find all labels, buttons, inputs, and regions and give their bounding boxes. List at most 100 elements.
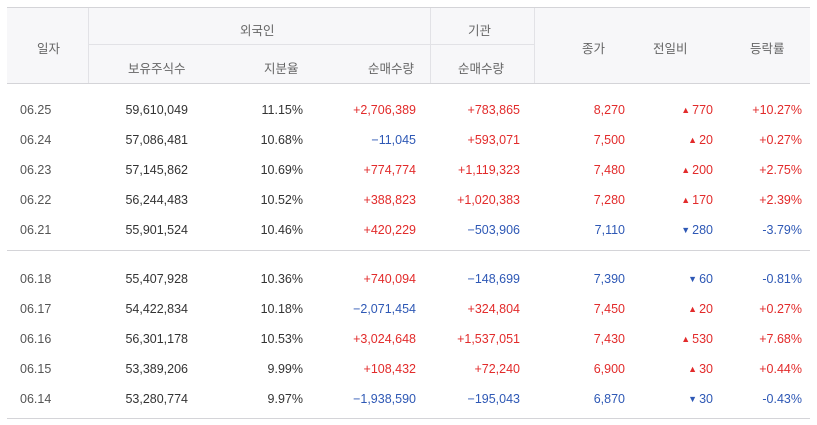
date-cell: 06.23 bbox=[20, 163, 52, 177]
triangle-down-icon: ▼ bbox=[681, 225, 691, 235]
header-ratio: 지분율 bbox=[264, 62, 299, 76]
rate-cell: +10.27% bbox=[752, 103, 802, 117]
date-cell: 06.25 bbox=[20, 103, 52, 117]
ratio-cell: 9.99% bbox=[267, 362, 303, 376]
foreign-net-cell: −1,938,590 bbox=[353, 392, 416, 406]
table-header: 일자 외국인 기관 보유주식수 지분율 순매수량 순매수량 종가 전일비 등락률 bbox=[7, 7, 810, 84]
close-cell: 7,390 bbox=[593, 272, 625, 286]
institution-net-cell: +1,020,383 bbox=[457, 193, 520, 207]
table-row: 06.16 56,301,178 10.53% +3,024,648 +1,537,05… bbox=[7, 326, 810, 352]
ratio-cell: 10.69% bbox=[260, 163, 303, 177]
change-value: 30 bbox=[699, 362, 713, 376]
close-cell: 7,110 bbox=[594, 223, 625, 237]
date-cell: 06.18 bbox=[20, 272, 52, 286]
header-holdings: 보유주식수 bbox=[128, 62, 186, 76]
table-row: 06.18 55,407,928 10.36% +740,094 −148,699 7,3… bbox=[7, 266, 810, 292]
rate-cell: -3.79% bbox=[762, 223, 802, 237]
ratio-cell: 10.36% bbox=[260, 272, 303, 286]
close-cell: 7,480 bbox=[593, 163, 625, 177]
foreign-net-cell: +3,024,648 bbox=[353, 332, 416, 346]
holdings-cell: 53,389,206 bbox=[125, 362, 188, 376]
change-value: 200 bbox=[692, 163, 713, 177]
header-rate: 등락률 bbox=[750, 42, 785, 56]
institution-net-cell: +593,071 bbox=[467, 133, 520, 147]
table-row: 06.15 53,389,206 9.99% +108,432 +72,240 6,900… bbox=[7, 356, 810, 382]
close-cell: 7,450 bbox=[593, 302, 625, 316]
triangle-up-icon: ▲ bbox=[681, 105, 691, 115]
header-close: 종가 bbox=[582, 42, 606, 56]
holdings-cell: 54,422,834 bbox=[125, 302, 188, 316]
triangle-up-icon: ▲ bbox=[688, 135, 698, 145]
date-cell: 06.16 bbox=[20, 332, 52, 346]
date-cell: 06.17 bbox=[20, 302, 52, 316]
header-foreign-net: 순매수량 bbox=[368, 62, 415, 76]
institution-net-cell: +783,865 bbox=[467, 103, 520, 117]
holdings-cell: 57,086,481 bbox=[125, 133, 188, 147]
group-divider bbox=[7, 250, 810, 251]
date-cell: 06.15 bbox=[20, 362, 52, 376]
header-change: 전일비 bbox=[653, 42, 688, 56]
foreign-net-cell: +420,229 bbox=[363, 223, 416, 237]
date-cell: 06.21 bbox=[20, 223, 52, 237]
ratio-cell: 10.53% bbox=[260, 332, 303, 346]
institution-net-cell: −195,043 bbox=[467, 392, 520, 406]
foreign-net-cell: +108,432 bbox=[363, 362, 416, 376]
table-row: 06.24 57,086,481 10.68% −11,045 +593,071 7,50… bbox=[7, 127, 810, 153]
change-cell: ▲ 170 bbox=[681, 187, 713, 213]
table-row: 06.22 56,244,483 10.52% +388,823 +1,020,383 7… bbox=[7, 187, 810, 213]
foreign-net-cell: +774,774 bbox=[363, 163, 416, 177]
triangle-up-icon: ▲ bbox=[688, 364, 698, 374]
foreign-net-cell: +740,094 bbox=[363, 272, 416, 286]
holdings-cell: 56,244,483 bbox=[125, 193, 188, 207]
header-institution-net: 순매수량 bbox=[458, 62, 505, 76]
institution-net-cell: −503,906 bbox=[467, 223, 520, 237]
holdings-cell: 56,301,178 bbox=[125, 332, 188, 346]
rate-cell: -0.81% bbox=[762, 272, 802, 286]
change-value: 530 bbox=[692, 332, 713, 346]
table-row: 06.14 53,280,774 9.97% −1,938,590 −195,043 6,… bbox=[7, 386, 810, 412]
investor-trading-table: 일자 외국인 기관 보유주식수 지분율 순매수량 순매수량 종가 전일비 등락률… bbox=[7, 7, 810, 419]
institution-net-cell: +324,804 bbox=[467, 302, 520, 316]
change-cell: ▲ 30 bbox=[688, 356, 713, 382]
rate-cell: -0.43% bbox=[762, 392, 802, 406]
rate-cell: +2.75% bbox=[759, 163, 802, 177]
foreign-net-cell: −11,045 bbox=[371, 133, 416, 147]
close-cell: 7,500 bbox=[593, 133, 625, 147]
change-value: 280 bbox=[692, 223, 713, 237]
rate-cell: +0.27% bbox=[759, 133, 802, 147]
triangle-down-icon: ▼ bbox=[688, 274, 698, 284]
holdings-cell: 57,145,862 bbox=[125, 163, 188, 177]
table-row: 06.17 54,422,834 10.18% −2,071,454 +324,804 7… bbox=[7, 296, 810, 322]
date-cell: 06.24 bbox=[20, 133, 52, 147]
change-cell: ▼ 280 bbox=[681, 217, 713, 243]
close-cell: 8,270 bbox=[593, 103, 625, 117]
change-cell: ▲ 20 bbox=[688, 127, 713, 153]
change-value: 770 bbox=[692, 103, 713, 117]
rate-cell: +2.39% bbox=[759, 193, 802, 207]
change-cell: ▼ 60 bbox=[688, 266, 713, 292]
change-cell: ▼ 30 bbox=[688, 386, 713, 412]
foreign-net-cell: +388,823 bbox=[363, 193, 416, 207]
header-foreign-group: 외국인 bbox=[240, 24, 275, 38]
holdings-cell: 55,901,524 bbox=[125, 223, 188, 237]
change-value: 20 bbox=[699, 133, 713, 147]
ratio-cell: 10.68% bbox=[260, 133, 303, 147]
ratio-cell: 11.15% bbox=[261, 103, 303, 117]
triangle-up-icon: ▲ bbox=[688, 304, 698, 314]
foreign-net-cell: −2,071,454 bbox=[353, 302, 416, 316]
triangle-down-icon: ▼ bbox=[688, 394, 698, 404]
holdings-cell: 55,407,928 bbox=[125, 272, 188, 286]
close-cell: 7,280 bbox=[593, 193, 625, 207]
change-cell: ▲ 200 bbox=[681, 157, 713, 183]
date-cell: 06.22 bbox=[20, 193, 52, 207]
change-cell: ▲ 770 bbox=[681, 97, 713, 123]
triangle-up-icon: ▲ bbox=[681, 195, 691, 205]
ratio-cell: 10.46% bbox=[260, 223, 303, 237]
triangle-up-icon: ▲ bbox=[681, 165, 691, 175]
change-value: 60 bbox=[699, 272, 713, 286]
institution-net-cell: +1,119,323 bbox=[458, 163, 520, 177]
foreign-net-cell: +2,706,389 bbox=[353, 103, 416, 117]
header-institution-group: 기관 bbox=[468, 24, 492, 38]
rate-cell: +7.68% bbox=[759, 332, 802, 346]
triangle-up-icon: ▲ bbox=[681, 334, 691, 344]
